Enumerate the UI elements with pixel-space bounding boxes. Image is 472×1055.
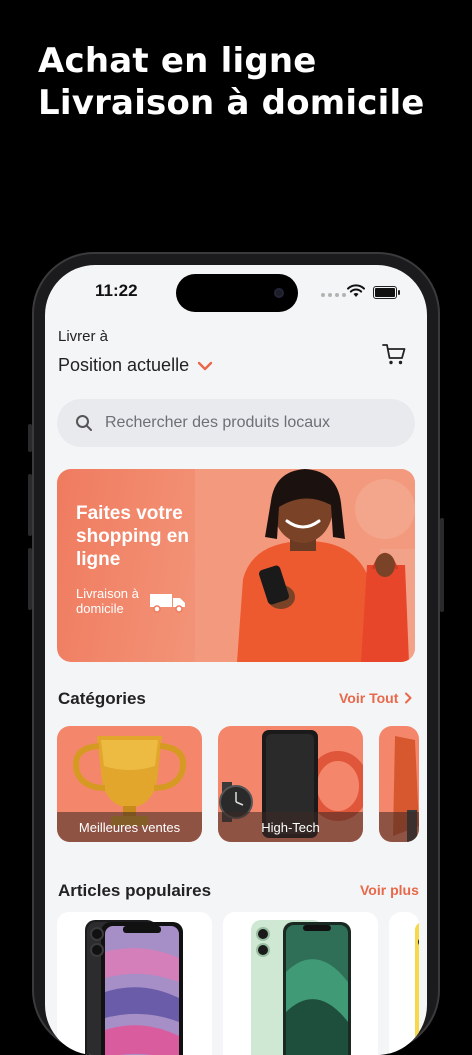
phone-frame: 11:22 Livrer à Position actuelle Recherc… [28,252,444,1055]
category-card-fashion[interactable] [379,726,419,842]
product-image [251,920,351,1055]
side-button [28,424,32,452]
location-selector[interactable]: Position actuelle [58,355,213,376]
see-all-label: Voir Tout [339,690,399,706]
camera-icon [274,288,284,298]
search-icon [76,415,92,431]
power-button [440,518,444,612]
product-image [415,923,419,1055]
product-card[interactable] [223,912,378,1055]
dynamic-island [176,274,298,312]
product-card[interactable] [389,912,419,1055]
headline-line-2: Livraison à domicile [38,83,425,123]
cart-icon[interactable] [381,341,407,367]
truck-icon [150,594,185,613]
see-more-popular-link[interactable]: Voir plus [360,882,419,898]
wifi-icon [347,284,365,297]
product-image [85,920,183,1055]
popular-title: Articles populaires [58,881,212,900]
volume-up-button [28,474,32,536]
category-label [379,812,419,842]
banner-title: Faites votre shopping en ligne [76,503,189,570]
categories-list: Meilleures ventes High-Tech [57,726,419,842]
chevron-right-icon [405,692,412,704]
category-card-high-tech[interactable]: High-Tech [218,726,363,842]
category-card-best-sellers[interactable]: Meilleures ventes [57,726,202,842]
categories-title: Catégories [58,689,146,708]
volume-down-button [28,548,32,610]
status-bar: 11:22 [45,265,427,319]
app-screen: 11:22 Livrer à Position actuelle Recherc… [45,265,427,1055]
banner-subtitle: Livraison à domicile [76,586,139,616]
see-all-categories-link[interactable]: Voir Tout [339,690,412,706]
location-text: Position actuelle [58,355,190,375]
deliver-label: Livrer à [58,328,109,345]
category-label: Meilleures ventes [57,812,202,842]
chevron-down-icon [197,361,213,370]
signal-icon [321,293,346,297]
battery-icon [373,286,400,299]
promo-banner[interactable]: Faites votre shopping en ligne Livraison… [57,469,415,662]
search-input[interactable] [103,413,387,433]
product-card[interactable] [57,912,212,1055]
promo-headline: Achat en ligne Livraison à domicile [38,40,425,124]
status-time: 11:22 [95,281,138,300]
headline-line-1: Achat en ligne [38,41,317,81]
shopping-woman-image [195,469,415,662]
search-bar[interactable] [57,399,415,447]
category-label: High-Tech [218,812,363,842]
popular-products-list [57,912,419,1055]
